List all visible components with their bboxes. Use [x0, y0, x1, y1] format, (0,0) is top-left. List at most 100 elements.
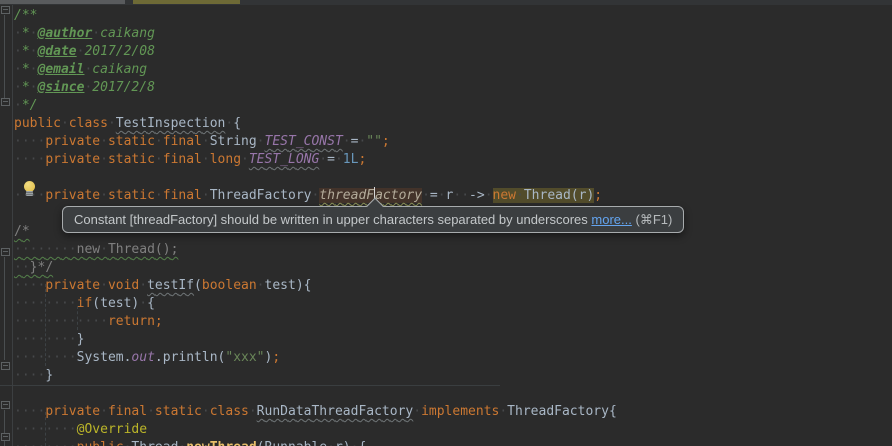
code-token: ····} — [14, 368, 53, 383]
whitespace-dot: · — [92, 314, 100, 329]
fold-start-icon[interactable] — [1, 6, 10, 14]
editor-gutter[interactable] — [0, 0, 13, 446]
tooltip-message: Constant [threadFactory] should be writt… — [74, 212, 591, 227]
code-token: (test)·{ — [92, 296, 155, 311]
whitespace-dot: · — [155, 152, 163, 167]
code-token: ·=·r··->· — [422, 188, 492, 203]
whitespace-dot: · — [100, 188, 108, 203]
tooltip-more-link[interactable]: more... — [591, 212, 631, 227]
code-line[interactable]: ··}*/ — [14, 259, 892, 277]
code-line[interactable]: ·*·@email·caikang — [14, 61, 892, 79]
code-token: ········System. — [14, 350, 131, 365]
code-token: ·*/ — [14, 98, 37, 113]
fold-start-icon[interactable] — [1, 401, 10, 409]
whitespace-dot: · — [61, 422, 69, 437]
whitespace-dot: · — [61, 296, 69, 311]
whitespace-dot: · — [343, 134, 351, 149]
whitespace-dot: · — [438, 188, 446, 203]
code-line[interactable]: ········} — [14, 331, 892, 349]
whitespace-dot: · — [14, 404, 22, 419]
code-token: actory — [375, 188, 422, 203]
whitespace-dot: · — [45, 440, 53, 446]
code-token: ············ — [14, 314, 108, 329]
whitespace-dot: · — [100, 242, 108, 257]
code-line[interactable] — [14, 169, 892, 187]
code-token: ········} — [14, 332, 84, 347]
whitespace-dot: · — [22, 260, 30, 275]
whitespace-dot: · — [22, 296, 30, 311]
fold-start-icon[interactable] — [1, 433, 10, 441]
fold-end-icon[interactable] — [1, 362, 10, 370]
whitespace-dot: · — [45, 332, 53, 347]
whitespace-dot: · — [22, 152, 30, 167]
whitespace-dot: · — [45, 242, 53, 257]
code-line[interactable]: public·class·TestInspection·{ — [14, 115, 892, 133]
whitespace-dot: · — [37, 368, 45, 383]
code-line[interactable]: ········@Override — [14, 421, 892, 439]
code-line[interactable]: ·*·@author·caikang — [14, 25, 892, 43]
whitespace-dot: · — [14, 332, 22, 347]
code-line[interactable]: ·*·@date·2017/2/08 — [14, 43, 892, 61]
code-token: implements· — [421, 404, 507, 419]
whitespace-dot: · — [14, 260, 22, 275]
code-token: ···· — [14, 134, 45, 149]
whitespace-dot: · — [45, 350, 53, 365]
code-token: private·final·static·class· — [45, 404, 256, 419]
code-line[interactable]: ············return; — [14, 313, 892, 331]
fold-end-icon[interactable] — [1, 98, 10, 106]
whitespace-dot: · — [14, 188, 22, 203]
code-token: Thread(r) — [524, 188, 594, 203]
code-line[interactable]: ····} — [14, 367, 892, 385]
whitespace-dot: · — [53, 350, 61, 365]
whitespace-dot: · — [249, 404, 257, 419]
whitespace-dot: · — [84, 80, 92, 95]
whitespace-dot: · — [100, 134, 108, 149]
code-token: String· — [210, 134, 265, 149]
code-line[interactable]: ····private·final·static·class·RunDataTh… — [14, 403, 892, 421]
tab-underline-olive-bar — [133, 0, 240, 4]
code-line[interactable]: /** — [14, 7, 892, 25]
code-token: ·=· — [343, 134, 366, 149]
code-line[interactable]: ·*/ — [14, 97, 892, 115]
whitespace-dot: · — [61, 242, 69, 257]
fold-start-icon[interactable] — [1, 248, 10, 256]
whitespace-dot: · — [14, 350, 22, 365]
code-token: @date — [37, 44, 76, 59]
code-line[interactable]: ····private·static·final·ThreadFactory·t… — [14, 187, 892, 205]
whitespace-dot: · — [14, 314, 22, 329]
whitespace-dot: · — [225, 116, 233, 131]
lightbulb-intention-icon[interactable] — [22, 181, 37, 198]
whitespace-dot: · — [22, 278, 30, 293]
code-token: out — [131, 350, 154, 365]
code-token: @since — [37, 80, 84, 95]
code-token: "xxx" — [225, 350, 264, 365]
whitespace-dot: · — [100, 152, 108, 167]
inspection-tooltip: Constant [threadFactory] should be writt… — [62, 206, 684, 233]
code-line[interactable]: ········new·Thread(); — [14, 241, 892, 259]
whitespace-dot: · — [69, 350, 77, 365]
code-token: ··}*/ — [14, 260, 53, 275]
code-token: ·caikang — [84, 62, 147, 77]
whitespace-dot: · — [14, 296, 22, 311]
code-line[interactable]: ····private·static·final·long·TEST_LONG·… — [14, 151, 892, 169]
whitespace-dot: · — [155, 134, 163, 149]
whitespace-dot: · — [61, 314, 69, 329]
code-token: ; — [358, 152, 366, 167]
code-token: TEST_CONST — [265, 134, 343, 149]
code-line[interactable]: ········public·Thread·newThread(Runnable… — [14, 439, 892, 446]
code-line[interactable]: ····private·void·testIf(boolean·test){ — [14, 277, 892, 295]
code-line[interactable]: ·*·@since·2017/2/8 — [14, 79, 892, 97]
whitespace-dot: · — [202, 404, 210, 419]
code-token: ; — [594, 188, 602, 203]
whitespace-dot: · — [22, 404, 30, 419]
bulb-base — [26, 191, 33, 196]
whitespace-dot: · — [69, 332, 77, 347]
code-token: ···· — [14, 278, 45, 293]
code-line[interactable] — [14, 385, 892, 403]
whitespace-dot: · — [100, 314, 108, 329]
whitespace-dot: · — [461, 188, 469, 203]
code-line[interactable]: ········if(test)·{ — [14, 295, 892, 313]
code-token: if — [77, 296, 93, 311]
code-line[interactable]: ········System.out.println("xxx"); — [14, 349, 892, 367]
code-line[interactable]: ····private·static·final·String·TEST_CON… — [14, 133, 892, 151]
